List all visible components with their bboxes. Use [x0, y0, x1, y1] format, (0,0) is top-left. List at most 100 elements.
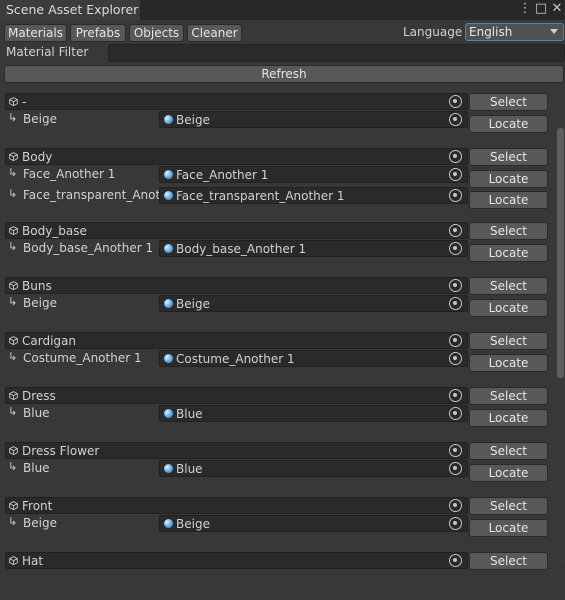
material-picker-icon[interactable]: [449, 517, 462, 530]
tab-prefabs[interactable]: Prefabs: [70, 24, 126, 42]
material-picker-icon[interactable]: [449, 242, 462, 255]
material-name: Beige: [176, 517, 210, 531]
refresh-button[interactable]: Refresh: [4, 65, 564, 83]
child-arrow-icon: ↳: [8, 187, 18, 200]
cube-icon: [9, 556, 18, 565]
material-name: Blue: [176, 407, 203, 421]
material-picker-icon[interactable]: [449, 168, 462, 181]
object-picker-icon[interactable]: [449, 334, 462, 347]
material-picker-icon[interactable]: [449, 352, 462, 365]
material-sphere-icon: [164, 464, 173, 473]
object-field[interactable]: Front: [5, 497, 468, 514]
object-field[interactable]: Buns: [5, 277, 468, 294]
language-label: Language: [403, 25, 463, 39]
child-arrow-icon: ↳: [8, 515, 18, 528]
locate-button[interactable]: Locate: [469, 191, 548, 209]
material-sphere-icon: [164, 409, 173, 418]
select-button[interactable]: Select: [469, 222, 548, 240]
select-button[interactable]: Select: [469, 552, 548, 570]
child-name: Beige: [23, 296, 57, 310]
material-name: Costume_Another 1: [176, 352, 295, 366]
material-picker-icon[interactable]: [449, 462, 462, 475]
locate-button[interactable]: Locate: [469, 115, 548, 133]
object-picker-icon[interactable]: [449, 150, 462, 163]
object-name: Hat: [22, 554, 44, 568]
material-name: Beige: [176, 113, 210, 127]
child-arrow-icon: ↳: [8, 350, 18, 363]
material-field[interactable]: Face_transparent_Another 1: [159, 187, 468, 204]
material-field[interactable]: Beige: [159, 515, 468, 532]
cube-icon: [9, 281, 18, 290]
window-title: Scene Asset Explorer: [6, 2, 139, 17]
material-sphere-icon: [164, 354, 173, 363]
child-name: Blue: [23, 461, 50, 475]
child-arrow-icon: ↳: [8, 405, 18, 418]
locate-button[interactable]: Locate: [469, 519, 548, 537]
window-tab[interactable]: Scene Asset Explorer: [0, 0, 140, 20]
object-picker-icon[interactable]: [449, 279, 462, 292]
material-picker-icon[interactable]: [449, 113, 462, 126]
object-field[interactable]: Cardigan: [5, 332, 468, 349]
material-sphere-icon: [164, 170, 173, 179]
object-picker-icon[interactable]: [449, 554, 462, 567]
material-field[interactable]: Body_base_Another 1: [159, 240, 468, 257]
material-picker-icon[interactable]: [449, 297, 462, 310]
tab-materials[interactable]: Materials: [4, 24, 67, 42]
child-name: Blue: [23, 406, 50, 420]
locate-button[interactable]: Locate: [469, 244, 548, 262]
tab-objects[interactable]: Objects: [129, 24, 184, 42]
select-button[interactable]: Select: [469, 148, 548, 166]
locate-button[interactable]: Locate: [469, 409, 548, 427]
object-name: Dress Flower: [22, 444, 100, 458]
object-picker-icon[interactable]: [449, 444, 462, 457]
scrollbar-thumb[interactable]: [557, 128, 564, 378]
child-arrow-icon: ↳: [8, 460, 18, 473]
material-field[interactable]: Blue: [159, 405, 468, 422]
language-select[interactable]: English: [465, 23, 564, 41]
select-button[interactable]: Select: [469, 387, 548, 405]
object-name: Dress: [22, 389, 56, 403]
material-field[interactable]: Face_Another 1: [159, 166, 468, 183]
object-field[interactable]: Dress: [5, 387, 468, 404]
material-sphere-icon: [164, 519, 173, 528]
material-name: Face_transparent_Another 1: [176, 189, 345, 203]
object-picker-icon[interactable]: [449, 224, 462, 237]
object-field[interactable]: Dress Flower: [5, 442, 468, 459]
locate-button[interactable]: Locate: [469, 354, 548, 372]
close-icon[interactable]: ✕: [548, 0, 565, 18]
list-item: Buns Select ↳ Beige Beige Locate: [3, 275, 553, 325]
select-button[interactable]: Select: [469, 277, 548, 295]
material-field[interactable]: Beige: [159, 295, 468, 312]
object-field[interactable]: Body: [5, 148, 468, 165]
select-button[interactable]: Select: [469, 497, 548, 515]
chevron-down-icon: [550, 29, 558, 34]
list-item: Dress Select ↳ Blue Blue Locate: [3, 385, 553, 435]
material-picker-icon[interactable]: [449, 189, 462, 202]
material-sphere-icon: [164, 299, 173, 308]
cube-icon: [9, 226, 18, 235]
title-bar: Scene Asset Explorer ⋮ □ ✕: [0, 0, 565, 20]
material-sphere-icon: [164, 191, 173, 200]
material-field[interactable]: Blue: [159, 460, 468, 477]
object-name: Buns: [22, 279, 52, 293]
list-item: Dress Flower Select ↳ Blue Blue Locate: [3, 440, 553, 490]
object-picker-icon[interactable]: [449, 499, 462, 512]
select-button[interactable]: Select: [469, 442, 548, 460]
tab-cleaner[interactable]: Cleaner: [187, 24, 242, 42]
material-field[interactable]: Costume_Another 1: [159, 350, 468, 367]
select-button[interactable]: Select: [469, 332, 548, 350]
locate-button[interactable]: Locate: [469, 299, 548, 317]
object-field[interactable]: -: [5, 93, 468, 110]
material-field[interactable]: Beige: [159, 111, 468, 128]
material-picker-icon[interactable]: [449, 407, 462, 420]
cube-icon: [9, 446, 18, 455]
locate-button[interactable]: Locate: [469, 464, 548, 482]
object-picker-icon[interactable]: [449, 95, 462, 108]
object-field[interactable]: Body_base: [5, 222, 468, 239]
object-field[interactable]: Hat: [5, 552, 468, 569]
object-picker-icon[interactable]: [449, 389, 462, 402]
object-name: Body: [22, 150, 53, 164]
select-button[interactable]: Select: [469, 93, 548, 111]
child-arrow-icon: ↳: [8, 111, 18, 124]
material-filter-input[interactable]: [108, 44, 565, 62]
